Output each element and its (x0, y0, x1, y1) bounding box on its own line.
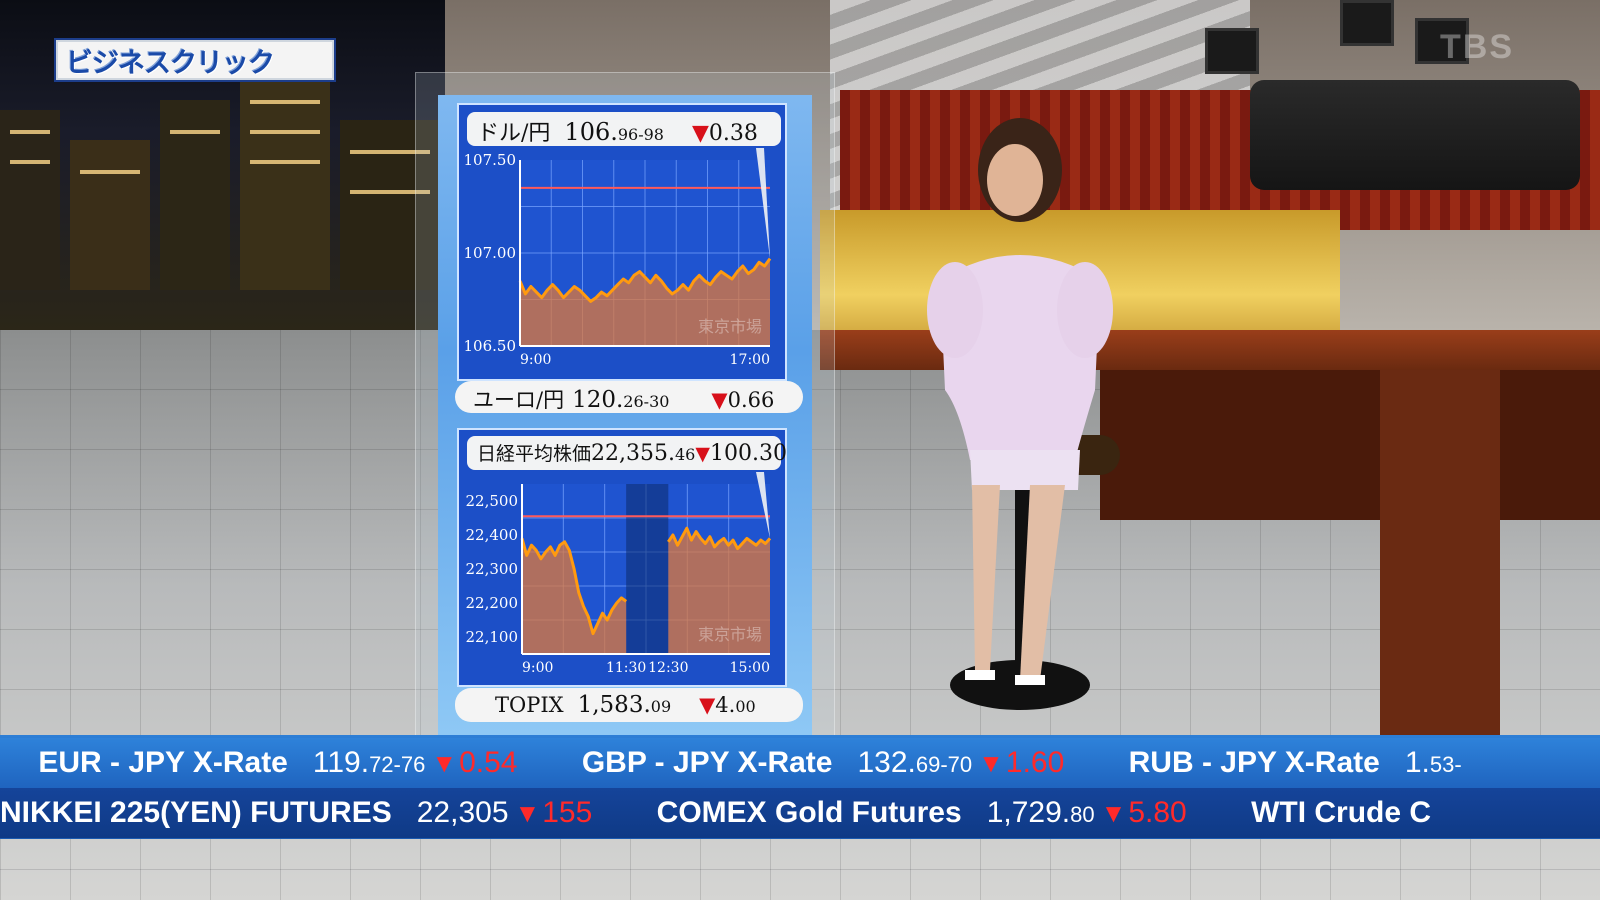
black-sofa (1250, 80, 1580, 190)
eurjpy-label: ユーロ/円 (473, 388, 565, 412)
down-triangle-icon: ▼ (699, 693, 716, 717)
x-tick-label: 17:00 (730, 352, 770, 368)
city-skyline (0, 80, 445, 290)
ticker-item: RUB - JPY X-Rate 1.53- (1128, 746, 1462, 779)
down-triangle-icon: ▼ (431, 748, 458, 778)
wall-picture-frame (1340, 0, 1394, 46)
x-tick-label: 12:30 (648, 660, 688, 676)
x-tick-label: 9:00 (522, 660, 553, 676)
ticker-item: GBP - JPY X-Rate 132.69-70 ▼1.60 (582, 738, 1064, 790)
ticker-row-futures: NIKKEI 225(YEN) FUTURES 22,305 ▼155 COMEX… (0, 788, 1600, 838)
ticker-item: WTI Crude C (1251, 796, 1432, 829)
presenter (927, 118, 1113, 685)
y-tick-label: 22,400 (466, 526, 519, 544)
program-logo-text: ビジネスクリック (66, 47, 275, 79)
down-triangle-icon: ▼ (514, 798, 541, 828)
topix-bar: TOPIX 1,583.09 ▼ 4.00 (455, 688, 803, 722)
y-tick-label: 22,100 (466, 628, 519, 646)
eurjpy-bar: ユーロ/円 120.26-30 ▼ 0.66 (455, 381, 803, 413)
x-tick-label: 11:30 (606, 660, 646, 676)
topix-label: TOPIX (495, 693, 564, 717)
y-tick-label: 22,300 (466, 560, 519, 578)
wall-picture-frame (1205, 28, 1259, 74)
nikkei-label: 日経平均株価 (477, 443, 592, 465)
y-tick-label: 107.50 (464, 151, 517, 169)
counter-cabinet (1100, 370, 1600, 520)
down-triangle-icon: ▼ (978, 748, 1004, 778)
ticker-item: NIKKEI 225(YEN) FUTURES 22,305 ▼155 (0, 788, 592, 838)
x-tick-label: 15:00 (730, 660, 770, 676)
nikkei-change: 100.30 (709, 441, 787, 466)
usdjpy-intraday-chart: 107.50 107.00 106.509:00 17:00 東京市場 (464, 148, 772, 368)
usdjpy-label: ドル/円 (477, 121, 551, 146)
down-triangle-icon: ▼ (1100, 798, 1127, 828)
market-watermark: 東京市場 (698, 625, 762, 644)
y-tick-label: 22,200 (466, 594, 519, 612)
down-triangle-icon: ▼ (711, 388, 728, 412)
topix-change: 4.00 (715, 693, 756, 717)
usdjpy-rate: 106.96-98 (564, 118, 664, 146)
y-tick-label: 22,500 (466, 492, 519, 510)
y-tick-label: 107.00 (464, 244, 517, 262)
nikkei-value: 22,355.46 (591, 441, 696, 466)
counter-leg (1380, 370, 1500, 750)
ticker-row-fx: EUR - JPY X-Rate 119.72-76 ▼0.54 GBP - JP… (0, 738, 1600, 788)
nikkei-intraday-chart: 22,50022,40022,30022,20022,1009:00 11:30 1… (466, 472, 772, 676)
lunch-break-band (626, 484, 669, 654)
market-watermark: 東京市場 (698, 317, 762, 336)
nikkei-header: 日経平均株価 22,355.46 ▼ 100.30 (467, 436, 787, 470)
usdjpy-header: ドル/円 106.96-98 ▼ 0.38 (467, 112, 781, 146)
ticker-item: EUR - JPY X-Rate 119.72-76 ▼0.54 (38, 738, 517, 790)
ticker-item: COMEX Gold Futures 1,729.80 ▼5.80 (657, 788, 1187, 840)
x-tick-label: 9:00 (520, 352, 551, 368)
topix-value: 1,583.09 (577, 692, 672, 718)
program-logo: ビジネスクリック (56, 40, 334, 80)
channel-watermark: TBS (1440, 28, 1514, 66)
usdjpy-change: 0.38 (708, 121, 758, 146)
down-triangle-icon: ▼ (691, 121, 709, 146)
down-triangle-icon: ▼ (695, 443, 710, 465)
eurjpy-rate: 120.26-30 (572, 387, 670, 413)
y-tick-label: 106.50 (464, 337, 517, 355)
eurjpy-change: 0.66 (727, 388, 775, 412)
